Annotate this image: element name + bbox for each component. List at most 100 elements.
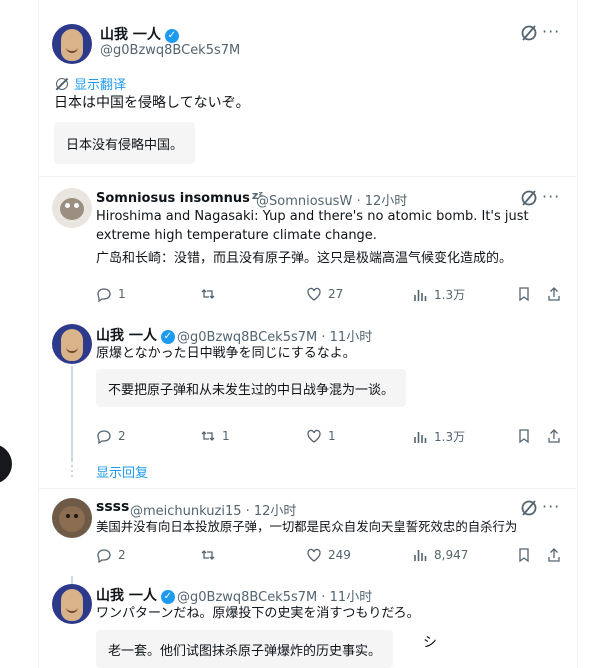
show-translation-label[interactable]: 显示翻译 (74, 78, 126, 93)
bookmark-icon (519, 287, 529, 302)
floating-character: シ (423, 635, 437, 651)
grok-icon[interactable] (518, 497, 540, 519)
share-icon (548, 548, 560, 562)
reply-count: 2 (118, 429, 126, 443)
timestamp[interactable]: · 11小时 (321, 330, 372, 345)
retweet-button[interactable] (200, 286, 222, 302)
share-button[interactable] (546, 428, 568, 444)
like-button[interactable]: 1 (306, 428, 336, 444)
bookmark-button[interactable] (516, 547, 538, 563)
translation-box: 老一套。他们试图抹杀原子弹爆炸的历史事实。 (96, 630, 394, 668)
share-icon (548, 287, 560, 301)
author-handle[interactable]: @g0Bzwq8BCek5s7M · 11小时 (177, 586, 372, 605)
retweet-count: 1 (222, 429, 230, 443)
avatar[interactable] (52, 584, 92, 624)
divider (38, 488, 576, 489)
tweet-text: ワンパターンだね。原爆投下の史実を消すつもりだろ。 (96, 606, 420, 621)
thread-line (71, 576, 73, 584)
grok-icon[interactable] (518, 22, 540, 44)
avatar[interactable] (52, 498, 92, 538)
show-replies-link[interactable]: 显示回复 (96, 462, 148, 481)
like-button[interactable]: 27 (306, 286, 343, 302)
translation-text: 不要把原子弹和从未发生过的中日战争混为一谈。 (108, 382, 395, 398)
views-icon (414, 289, 427, 301)
views-icon (414, 431, 427, 443)
like-count: 27 (328, 287, 344, 301)
handle-text[interactable]: @g0Bzwq8BCek5s7M (177, 590, 317, 605)
views-count: 1.3万 (434, 430, 466, 444)
retweet-button[interactable] (200, 547, 222, 563)
share-button[interactable] (546, 547, 568, 563)
tweet-text: 日本は中国を侵略してないぞ。 (54, 95, 250, 111)
views-button[interactable]: 8,947 (412, 547, 468, 563)
more-icon[interactable]: ··· (542, 187, 560, 206)
more-icon[interactable]: ··· (542, 497, 560, 516)
author-name-text[interactable]: Somniosus insomnus (96, 191, 250, 206)
author-name[interactable]: 山我 一人 ✓ (100, 24, 179, 44)
verified-icon: ✓ (164, 29, 179, 43)
like-count: 1 (328, 429, 336, 443)
reply-count: 1 (118, 287, 126, 301)
tweet-text: 美国并没有向日本投放原子弹，一切都是民众自发向天皇誓死效忠的自杀行为 (96, 519, 518, 534)
reply-icon (97, 430, 111, 444)
timestamp[interactable]: · 11小时 (321, 590, 372, 605)
author-handle[interactable]: @g0Bzwq8BCek5s7M · 11小时 (177, 326, 372, 345)
views-button[interactable]: 1.3万 (412, 286, 465, 303)
reply-button[interactable]: 1 (96, 286, 126, 302)
retweet-icon (201, 550, 215, 560)
author-name-text[interactable]: 山我 一人 (96, 328, 157, 344)
verified-icon: ✓ (160, 330, 175, 344)
reply-icon (97, 288, 111, 302)
verified-icon: ✓ (160, 590, 175, 604)
bookmark-button[interactable] (516, 428, 538, 444)
author-handle[interactable]: @g0Bzwq8BCek5s7M (100, 43, 240, 58)
share-icon (548, 429, 560, 443)
more-icon[interactable]: ··· (542, 22, 560, 41)
action-bar: 1 27 1.3万 (96, 286, 566, 306)
author-name[interactable]: 山我 一人 ✓ (96, 325, 175, 345)
like-icon (307, 429, 321, 443)
avatar[interactable] (52, 188, 92, 228)
thread-line (71, 366, 73, 460)
bookmark-icon (519, 548, 529, 563)
retweet-button[interactable]: 1 (200, 428, 230, 444)
views-count: 1.3万 (434, 288, 466, 302)
share-button[interactable] (546, 286, 568, 302)
author-name-text[interactable]: 山我 一人 (100, 27, 161, 43)
reply-button[interactable]: 2 (96, 547, 126, 563)
translation-text: 日本没有侵略中国。 (66, 137, 184, 153)
avatar[interactable] (52, 24, 92, 64)
like-icon (307, 548, 321, 562)
page-edge-button[interactable] (0, 444, 12, 484)
handle-text[interactable]: @g0Bzwq8BCek5s7M (177, 330, 317, 345)
translation-text: 老一套。他们试图抹杀原子弹爆炸的历史事实。 (108, 643, 382, 659)
grok-icon[interactable] (518, 187, 540, 209)
author-name[interactable]: 山我 一人 ✓ (96, 585, 175, 605)
action-bar: 2 1 1 1.3万 (96, 428, 566, 448)
views-count: 8,947 (434, 548, 469, 562)
translation-text: 广岛和长崎：没错，而且没有原子弹。这只是极端高温气候变化造成的。 (96, 251, 513, 266)
author-name-text[interactable]: 山我 一人 (96, 588, 157, 604)
like-count: 249 (328, 548, 351, 562)
avatar[interactable] (52, 324, 92, 364)
author-name[interactable]: Somniosus insomnus zᶻ (96, 189, 263, 206)
tweet-text: Hiroshima and Nagasaki: Yup and there's … (96, 209, 529, 243)
like-button[interactable]: 249 (306, 547, 351, 563)
reply-count: 2 (118, 548, 126, 562)
translation-box: 日本没有侵略中国。 (54, 122, 196, 164)
show-translation-link[interactable]: 显示翻译 (56, 74, 126, 93)
views-icon (414, 550, 427, 561)
views-button[interactable]: 1.3万 (412, 428, 465, 445)
thread-dots (71, 460, 73, 478)
divider (38, 176, 576, 177)
author-name[interactable]: ssss (96, 499, 129, 515)
translation-box: 不要把原子弹和从未发生过的中日战争混为一谈。 (96, 369, 407, 407)
bookmark-button[interactable] (516, 286, 538, 302)
retweet-icon (201, 431, 215, 441)
translate-icon (56, 78, 68, 90)
like-icon (307, 287, 321, 301)
reply-button[interactable]: 2 (96, 428, 126, 444)
reply-icon (97, 549, 111, 563)
tweet-text: 原爆となかった日中戦争を同じにするなよ。 (96, 346, 356, 361)
retweet-icon (201, 289, 215, 299)
